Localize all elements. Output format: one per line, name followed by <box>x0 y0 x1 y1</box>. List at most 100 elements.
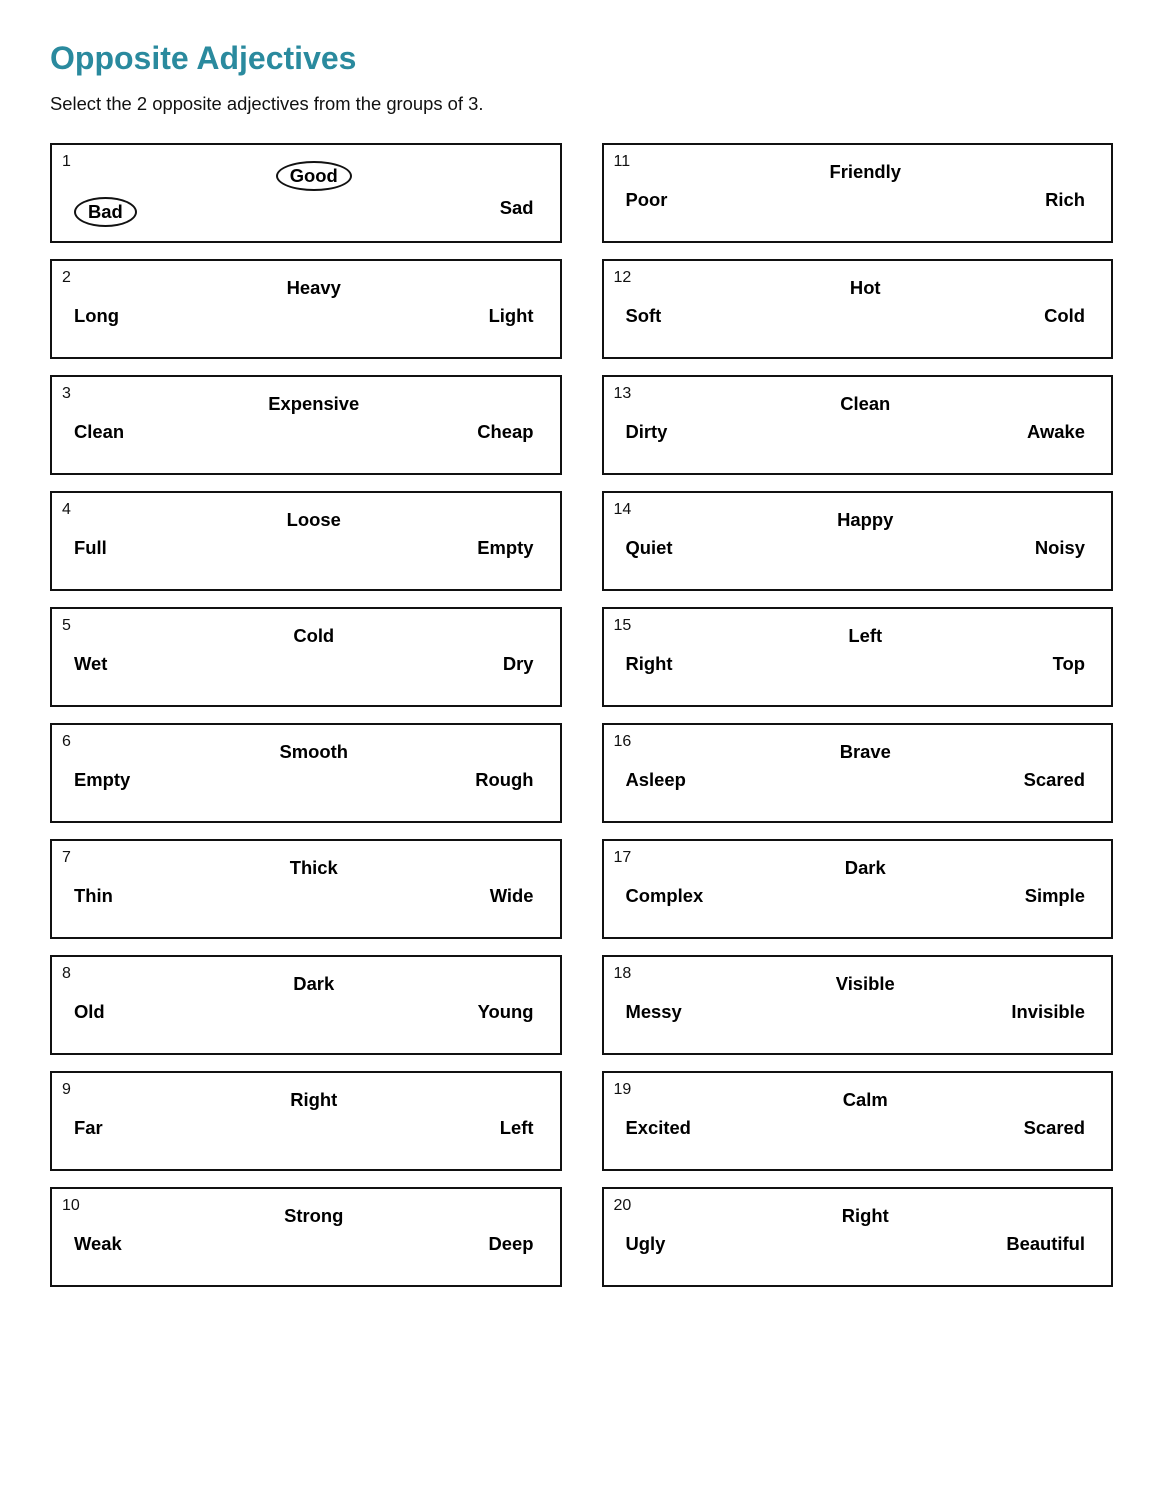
adjective-card: 7Thick Thin Wide <box>50 839 562 939</box>
card-bottom-words: CleanCheap <box>64 421 544 443</box>
card-bottom-words: Complex Simple <box>616 885 1096 907</box>
card-bottom-words: Poor Rich <box>616 189 1096 211</box>
card-top-word: Brave <box>616 735 1096 763</box>
adjective-card: 14Happy QuietNoisy <box>602 491 1114 591</box>
card-left-word: Excited <box>626 1117 691 1139</box>
card-bottom-words: Empty Rough <box>64 769 544 791</box>
card-left-word: Wet <box>74 653 107 675</box>
adjective-card: 2Heavy Long Light <box>50 259 562 359</box>
card-bottom-words: Weak Deep <box>64 1233 544 1255</box>
card-right-word: Wide <box>490 885 534 907</box>
card-right-word: Beautiful <box>1006 1233 1085 1255</box>
card-right-word: Deep <box>489 1233 534 1255</box>
card-bottom-words: Messy Invisible <box>616 1001 1096 1023</box>
card-number: 14 <box>614 501 632 519</box>
adjective-card: 13Clean Dirty Awake <box>602 375 1114 475</box>
card-right-word: Light <box>489 305 534 327</box>
card-bottom-words: Wet Dry <box>64 653 544 675</box>
card-number: 3 <box>62 385 71 403</box>
card-number: 10 <box>62 1197 80 1215</box>
card-left-word: Far <box>74 1117 103 1139</box>
card-left-word: Thin <box>74 885 113 907</box>
card-right-word: Rich <box>1045 189 1085 211</box>
adjectives-grid: 1GoodBadSad11FriendlyPoorRich2HeavyLongL… <box>50 143 1113 1287</box>
card-number: 16 <box>614 733 632 751</box>
card-number: 13 <box>614 385 632 403</box>
adjective-card: 12HotSoftCold <box>602 259 1114 359</box>
adjective-card: 20Right Ugly Beautiful <box>602 1187 1114 1287</box>
card-left-word: Soft <box>626 305 662 327</box>
card-bottom-words: Bad Sad <box>64 197 544 227</box>
card-number: 17 <box>614 849 632 867</box>
card-number: 2 <box>62 269 71 287</box>
adjective-card: 9RightFarLeft <box>50 1071 562 1171</box>
adjective-card: 1GoodBadSad <box>50 143 562 243</box>
card-bottom-words: Ugly Beautiful <box>616 1233 1096 1255</box>
card-top-word: Smooth <box>64 735 544 763</box>
card-top-word: Happy <box>616 503 1096 531</box>
card-right-word: Dry <box>503 653 534 675</box>
adjective-card: 4LooseFullEmpty <box>50 491 562 591</box>
card-top-word: Thick <box>64 851 544 879</box>
card-top-word: Cold <box>64 619 544 647</box>
card-number: 12 <box>614 269 632 287</box>
adjective-card: 19Calm Excited Scared <box>602 1071 1114 1171</box>
card-number: 1 <box>62 153 71 171</box>
card-number: 15 <box>614 617 632 635</box>
card-left-word: Ugly <box>626 1233 666 1255</box>
card-number: 19 <box>614 1081 632 1099</box>
card-number: 20 <box>614 1197 632 1215</box>
card-right-word: Awake <box>1027 421 1085 443</box>
card-left-word: Full <box>74 537 107 559</box>
adjective-card: 11FriendlyPoorRich <box>602 143 1114 243</box>
card-left-word: Weak <box>74 1233 122 1255</box>
card-right-word: Left <box>500 1117 534 1139</box>
card-top-word: Strong <box>64 1199 544 1227</box>
card-bottom-words: Thin Wide <box>64 885 544 907</box>
card-top-word: Right <box>616 1199 1096 1227</box>
card-left-word: Bad <box>74 197 137 227</box>
card-bottom-words: OldYoung <box>64 1001 544 1023</box>
card-right-word: Noisy <box>1035 537 1085 559</box>
card-bottom-words: AsleepScared <box>616 769 1096 791</box>
card-number: 18 <box>614 965 632 983</box>
card-top-word: Heavy <box>64 271 544 299</box>
card-top-word: Calm <box>616 1083 1096 1111</box>
card-right-word: Rough <box>475 769 533 791</box>
card-left-word: Poor <box>626 189 668 211</box>
card-bottom-words: QuietNoisy <box>616 537 1096 559</box>
adjective-card: 10Strong Weak Deep <box>50 1187 562 1287</box>
card-left-word: Asleep <box>626 769 686 791</box>
card-right-word: Scared <box>1024 1117 1085 1139</box>
card-right-word: Top <box>1053 653 1085 675</box>
card-top-word: Left <box>616 619 1096 647</box>
card-right-word: Simple <box>1025 885 1085 907</box>
card-right-word: Young <box>478 1001 534 1023</box>
card-right-word: Cold <box>1044 305 1085 327</box>
card-bottom-words: FullEmpty <box>64 537 544 559</box>
card-left-word: Empty <box>74 769 130 791</box>
card-top-word: Expensive <box>64 387 544 415</box>
card-number: 7 <box>62 849 71 867</box>
adjective-card: 17DarkComplexSimple <box>602 839 1114 939</box>
card-left-word: Messy <box>626 1001 682 1023</box>
card-number: 5 <box>62 617 71 635</box>
card-top-word: Clean <box>616 387 1096 415</box>
card-right-word: Invisible <box>1011 1001 1085 1023</box>
card-number: 4 <box>62 501 71 519</box>
card-bottom-words: Excited Scared <box>616 1117 1096 1139</box>
adjective-card: 6SmoothEmptyRough <box>50 723 562 823</box>
subtitle: Select the 2 opposite adjectives from th… <box>50 93 1113 115</box>
card-top-word: Friendly <box>616 155 1096 183</box>
card-bottom-words: RightTop <box>616 653 1096 675</box>
card-right-word: Sad <box>500 197 534 227</box>
adjective-card: 16Brave AsleepScared <box>602 723 1114 823</box>
card-left-word: Long <box>74 305 119 327</box>
card-left-word: Dirty <box>626 421 668 443</box>
card-bottom-words: Dirty Awake <box>616 421 1096 443</box>
adjective-card: 5Cold Wet Dry <box>50 607 562 707</box>
card-bottom-words: Soft Cold <box>616 305 1096 327</box>
card-left-word: Complex <box>626 885 704 907</box>
card-top-word: Dark <box>64 967 544 995</box>
adjective-card: 18VisibleMessyInvisible <box>602 955 1114 1055</box>
